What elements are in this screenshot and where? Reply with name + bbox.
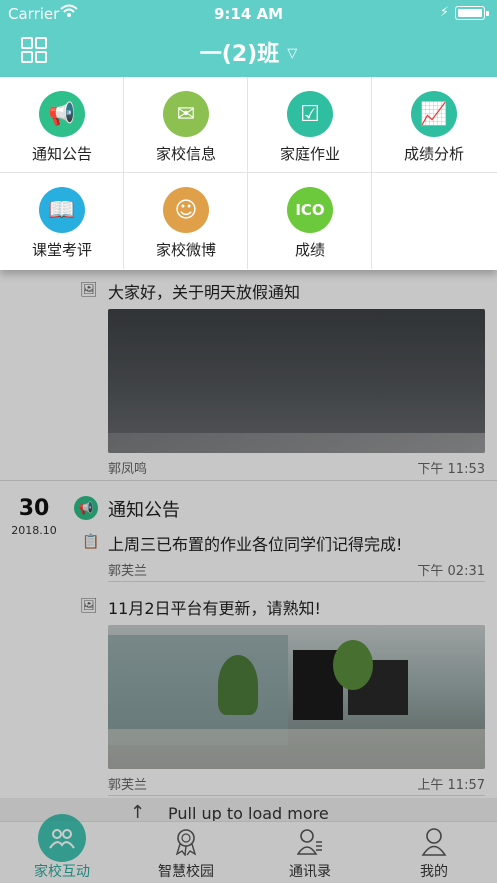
- score-icon: ICO: [287, 187, 333, 233]
- weibo-icon: ☺: [163, 187, 209, 233]
- menu-label: 家校信息: [155, 145, 216, 163]
- menu-item-weibo[interactable]: ☺ 家校微博: [124, 173, 248, 269]
- menu-label: 成绩: [294, 241, 325, 259]
- menu-item-notice[interactable]: 📢 通知公告: [0, 77, 124, 173]
- megaphone-icon: 📢: [39, 91, 85, 137]
- menu-item-homework[interactable]: ☑ 家庭作业: [248, 77, 372, 173]
- menu-label: 家校微博: [155, 241, 216, 259]
- chart-icon: 📈: [411, 91, 457, 137]
- menu-label: 家庭作业: [279, 145, 340, 163]
- class-selector[interactable]: 一(2)班 ▽: [0, 36, 497, 68]
- charging-icon: ⚡: [439, 5, 449, 20]
- status-bar: Carrier 9:14 AM ⚡: [0, 0, 497, 26]
- menu-label: 通知公告: [31, 145, 92, 163]
- page-title: 一(2)班: [199, 42, 280, 67]
- function-menu: 📢 通知公告 ✉ 家校信息 ☑ 家庭作业 📈 成绩分析 📖 课堂考评 ☺ 家校微…: [0, 77, 497, 270]
- dim-overlay[interactable]: [0, 270, 497, 821]
- menu-item-evaluation[interactable]: 📖 课堂考评: [0, 173, 124, 269]
- homework-icon: ☑: [287, 91, 333, 137]
- menu-item-empty: [372, 173, 497, 269]
- menu-item-analysis[interactable]: 📈 成绩分析: [372, 77, 497, 173]
- tab-dim-overlay: [0, 821, 497, 883]
- top-header: Carrier 9:14 AM ⚡ 一(2)班 ▽: [0, 0, 497, 77]
- clock-time: 9:14 AM: [213, 5, 284, 23]
- caret-down-icon: ▽: [287, 46, 298, 61]
- battery-icon: [455, 6, 489, 20]
- menu-item-score[interactable]: ICO 成绩: [248, 173, 372, 269]
- mail-icon: ✉: [163, 91, 209, 137]
- menu-label: 课堂考评: [31, 241, 92, 259]
- book-icon: 📖: [39, 187, 85, 233]
- menu-item-message[interactable]: ✉ 家校信息: [124, 77, 248, 173]
- menu-label: 成绩分析: [403, 145, 464, 163]
